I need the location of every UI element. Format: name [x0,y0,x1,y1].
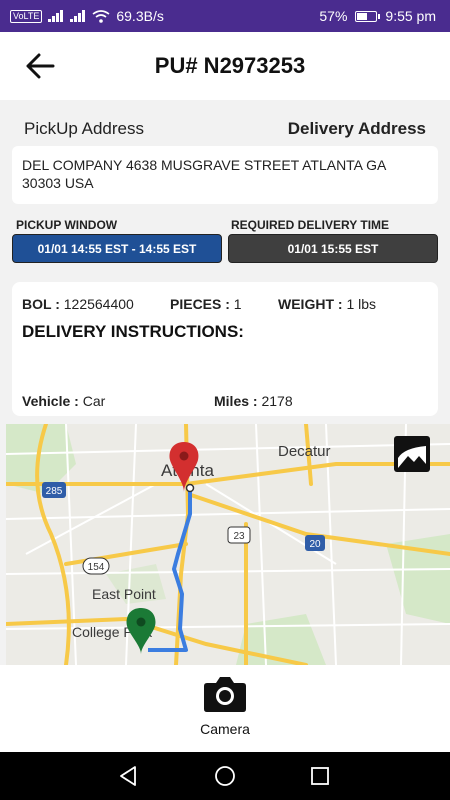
map-canvas: Atlanta Decatur East Point College Park … [6,424,450,665]
battery-percent: 57% [319,8,348,24]
shield-154: 154 [82,557,110,575]
camera-label: Camera [200,721,250,737]
svg-text:285: 285 [46,486,63,497]
battery-fill [357,12,368,20]
shield-285: 285 [42,482,66,498]
vehicle-value: Car [82,393,106,409]
nav-recents-button[interactable] [308,764,332,788]
bol-field: BOL : 122564400 [22,296,134,312]
map-label-decatur: Decatur [278,443,331,460]
pickup-address-tab[interactable]: PickUp Address [24,119,144,139]
signal-icon-2 [70,10,86,22]
svg-text:20: 20 [309,539,321,550]
delivery-instructions-heading: DELIVERY INSTRUCTIONS: [22,322,244,341]
miles-label: Miles : [214,393,258,409]
app-header: PU# N2973253 [0,32,450,100]
delivery-time-label: REQUIRED DELIVERY TIME [231,218,390,232]
route-map[interactable]: Atlanta Decatur East Point College Park … [6,424,450,665]
square-recents-icon [311,767,329,785]
pieces-value: 1 [233,296,242,312]
vehicle-label: Vehicle : [22,393,79,409]
svg-text:154: 154 [88,562,105,573]
address-box: DEL COMPANY 4638 MUSGRAVE STREET ATLANTA… [12,146,438,204]
battery-icon [355,10,381,22]
status-time: 9:55 pm [385,8,436,24]
triangle-back-icon [120,766,136,786]
image-icon [394,436,430,472]
nav-home-button[interactable] [213,764,237,788]
status-left: VoLTE 69.3B/s [0,8,164,24]
shipment-details-card: BOL : 122564400 PIECES : 1 WEIGHT : 1 lb… [12,282,438,416]
route-end-dot [185,483,195,493]
vehicle-field: Vehicle : Car [22,393,105,409]
weight-label: WEIGHT : [278,296,343,312]
circle-home-icon [215,766,235,786]
delivery-time-value[interactable]: 01/01 15:55 EST [228,234,438,263]
volte-badge: VoLTE [10,9,43,23]
camera-button[interactable]: Camera [195,675,255,745]
pieces-field: PIECES : 1 [170,296,242,312]
signal-icon [48,10,64,22]
address-tabs: PickUp Address Delivery Address [0,112,450,146]
status-right: 57% 9:55 pm [319,8,450,24]
gallery-button[interactable] [392,434,432,474]
miles-value: 2178 [261,393,293,409]
pickup-window-value[interactable]: 01/01 14:55 EST - 14:55 EST [12,234,222,263]
map-label-east-point: East Point [92,586,156,602]
network-speed: 69.3B/s [116,8,164,24]
delivery-address-tab[interactable]: Delivery Address [288,119,426,139]
weight-field: WEIGHT : 1 lbs [278,296,376,312]
wifi-icon [92,9,110,23]
svg-text:23: 23 [233,531,245,542]
bol-value: 122564400 [63,296,134,312]
weight-value: 1 lbs [346,296,377,312]
nav-back-button[interactable] [116,764,140,788]
page-title: PU# N2973253 [154,53,306,78]
pieces-label: PIECES : [170,296,230,312]
camera-icon [204,677,246,712]
miles-field: Miles : 2178 [214,393,293,409]
shield-20: 20 [305,535,325,551]
system-nav-bar [0,752,450,800]
bottom-bar: Camera [0,665,450,752]
bol-label: BOL : [22,296,60,312]
status-bar: VoLTE 69.3B/s 57% 9:55 pm [0,0,450,32]
shield-23: 23 [227,526,251,544]
pickup-window-label: PICKUP WINDOW [16,218,118,232]
